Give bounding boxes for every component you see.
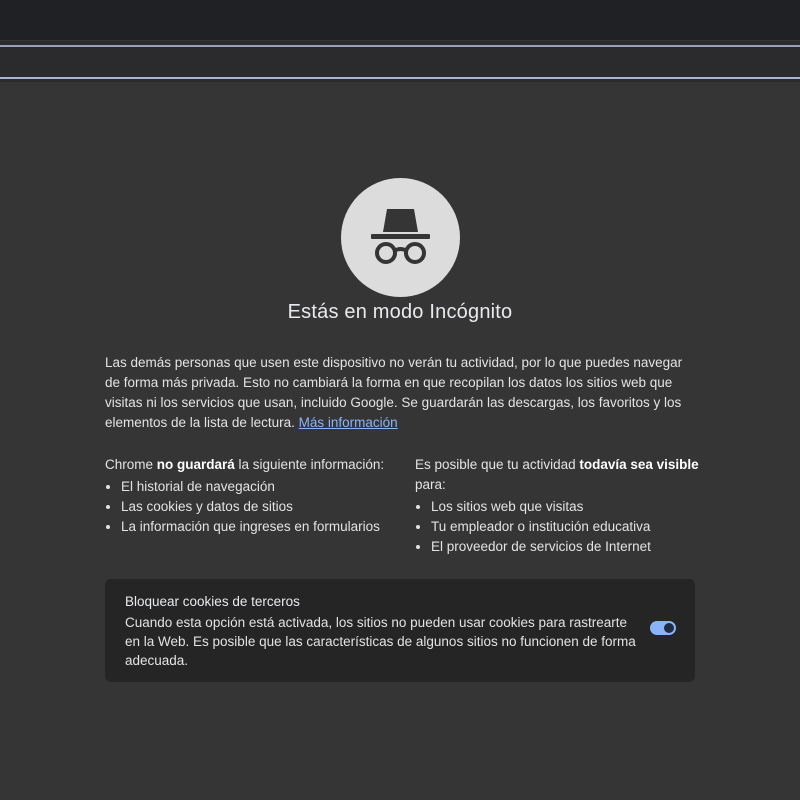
visible-to-list: Los sitios web que visitas Tu empleador … — [415, 497, 705, 557]
learn-more-link[interactable]: Más información — [299, 415, 398, 430]
visible-to-heading-emphasis: todavía sea visible — [579, 457, 699, 472]
list-item: El historial de navegación — [121, 477, 395, 497]
browser-toolbar — [0, 40, 800, 82]
list-item: La información que ingreses en formulari… — [121, 517, 395, 537]
list-item: El proveedor de servicios de Internet — [431, 537, 705, 557]
browser-title-bar — [0, 0, 800, 40]
intro-paragraph: Las demás personas que usen este disposi… — [105, 353, 695, 433]
list-item: Tu empleador o institución educativa — [431, 517, 705, 537]
third-party-cookies-card: Bloquear cookies de terceros Cuando esta… — [105, 579, 695, 682]
list-item: Las cookies y datos de sitios — [121, 497, 395, 517]
not-saved-list: El historial de navegación Las cookies y… — [105, 477, 395, 537]
cookies-description: Cuando esta opción está activada, los si… — [125, 615, 636, 668]
incognito-icon — [341, 178, 460, 297]
incognito-icon-graphic — [371, 209, 430, 264]
not-saved-heading-suffix: la siguiente información: — [234, 457, 385, 472]
toolbar-top-border — [0, 45, 800, 47]
not-saved-heading-emphasis: no guardará — [156, 457, 235, 472]
toolbar-bottom-border — [0, 77, 800, 79]
visible-to-heading-suffix: para: — [415, 477, 446, 492]
not-saved-heading-prefix: Chrome — [105, 457, 157, 472]
not-saved-heading: Chrome no guardará la siguiente informac… — [105, 455, 395, 475]
cookies-title: Bloquear cookies de terceros — [125, 594, 300, 609]
visible-to-heading-prefix: Es posible que tu actividad — [415, 457, 580, 472]
list-item: Los sitios web que visitas — [431, 497, 705, 517]
block-cookies-toggle[interactable] — [650, 621, 676, 635]
visible-to-section: Es posible que tu actividad todavía sea … — [415, 455, 705, 557]
visible-to-heading: Es posible que tu actividad todavía sea … — [415, 455, 705, 495]
page-title: Estás en modo Incógnito — [287, 301, 513, 323]
not-saved-section: Chrome no guardará la siguiente informac… — [105, 455, 395, 537]
toggle-knob — [664, 623, 674, 633]
incognito-page: Estás en modo Incógnito Las demás person… — [0, 82, 800, 800]
